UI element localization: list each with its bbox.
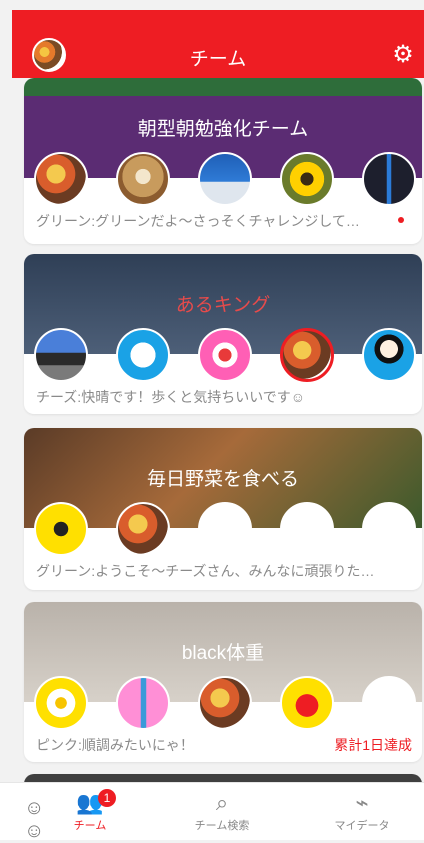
member-avatars — [34, 152, 416, 208]
person-avatar[interactable] — [362, 328, 416, 382]
tower-avatar[interactable] — [362, 152, 416, 206]
unread-indicator — [398, 217, 404, 223]
team-list[interactable]: 朝型朝勉強化チーム グリーン:グリーンだよ〜さっそくチャレンジして… あるキング… — [0, 78, 424, 782]
member-avatars — [34, 502, 416, 558]
notification-badge: 1 — [98, 789, 116, 807]
top-header: チーム ⚙ — [12, 10, 424, 78]
tab-team-search[interactable]: ⌕ チーム検索 — [172, 789, 272, 841]
castle-avatar[interactable] — [34, 328, 88, 382]
gear-icon[interactable]: ⚙ — [390, 42, 416, 68]
team-card[interactable] — [24, 774, 422, 782]
food-avatar[interactable] — [34, 152, 88, 206]
team-name: 朝型朝勉強化チーム — [137, 119, 309, 140]
empty-avatar-slot[interactable] — [362, 676, 416, 730]
sunflower-avatar[interactable] — [280, 152, 334, 206]
tab-my-data[interactable]: ⌁ マイデータ — [312, 789, 412, 841]
egg-avatar[interactable] — [34, 676, 88, 730]
food-avatar[interactable] — [198, 676, 252, 730]
empty-avatar-slot[interactable] — [362, 502, 416, 556]
achievement-note: 累計1日達成 — [334, 737, 412, 753]
team-name: 毎日野菜を食べる — [146, 469, 299, 490]
latest-message: ピンク:順調みたいにゃ！ — [36, 737, 194, 753]
team-card[interactable]: black体重 ピンク:順調みたいにゃ！ 累計1日達成 — [24, 602, 422, 762]
bottom-tab-bar: ☺☺ 👥 チーム 1 ⌕ チーム検索 ⌁ マイデータ — [0, 782, 424, 842]
tab-label: マイデータ — [334, 820, 390, 832]
team-card[interactable]: 朝型朝勉強化チーム グリーン:グリーンだよ〜さっそくチャレンジして… — [24, 78, 422, 244]
food-avatar[interactable] — [116, 502, 170, 556]
empty-avatar-slot[interactable] — [198, 502, 252, 556]
team-icon: 👥 — [76, 790, 104, 815]
team-card[interactable]: あるキング チーズ:快晴です！歩くと気持ちいいです☺ — [24, 254, 422, 414]
member-avatars — [34, 676, 416, 732]
team-name: あるキング — [175, 295, 271, 316]
member-avatars — [34, 328, 416, 384]
tab-label: チーム — [73, 820, 107, 832]
food-avatar[interactable] — [280, 328, 334, 382]
status-bar — [0, 0, 424, 10]
latest-message: チーズ:快晴です！歩くと気持ちいいです☺ — [36, 389, 306, 405]
latest-message: グリーン:グリーンだよ〜さっそくチャレンジして… — [36, 213, 360, 229]
search-icon: ⌕ — [215, 790, 229, 815]
tab-label: チーム検索 — [194, 820, 250, 832]
team-name: black体重 — [181, 643, 265, 664]
latest-message: グリーン:ようこそ〜チーズさん、みんなに頑張りた… — [36, 563, 375, 579]
dumbbell-avatar[interactable] — [34, 502, 88, 556]
shoe-avatar[interactable] — [116, 328, 170, 382]
team-card[interactable]: 毎日野菜を食べる グリーン:ようこそ〜チーズさん、みんなに頑張りた… — [24, 428, 422, 590]
tab-team[interactable]: 👥 チーム 1 — [40, 789, 140, 841]
lion-avatar[interactable] — [116, 152, 170, 206]
phone-avatar[interactable] — [198, 152, 252, 206]
page-title: チーム — [189, 49, 247, 70]
toothbrush-avatar[interactable] — [116, 676, 170, 730]
heart-avatar[interactable] — [280, 676, 334, 730]
empty-avatar-slot[interactable] — [280, 502, 334, 556]
chart-icon: ⌁ — [355, 790, 369, 815]
sock-avatar[interactable] — [198, 328, 252, 382]
